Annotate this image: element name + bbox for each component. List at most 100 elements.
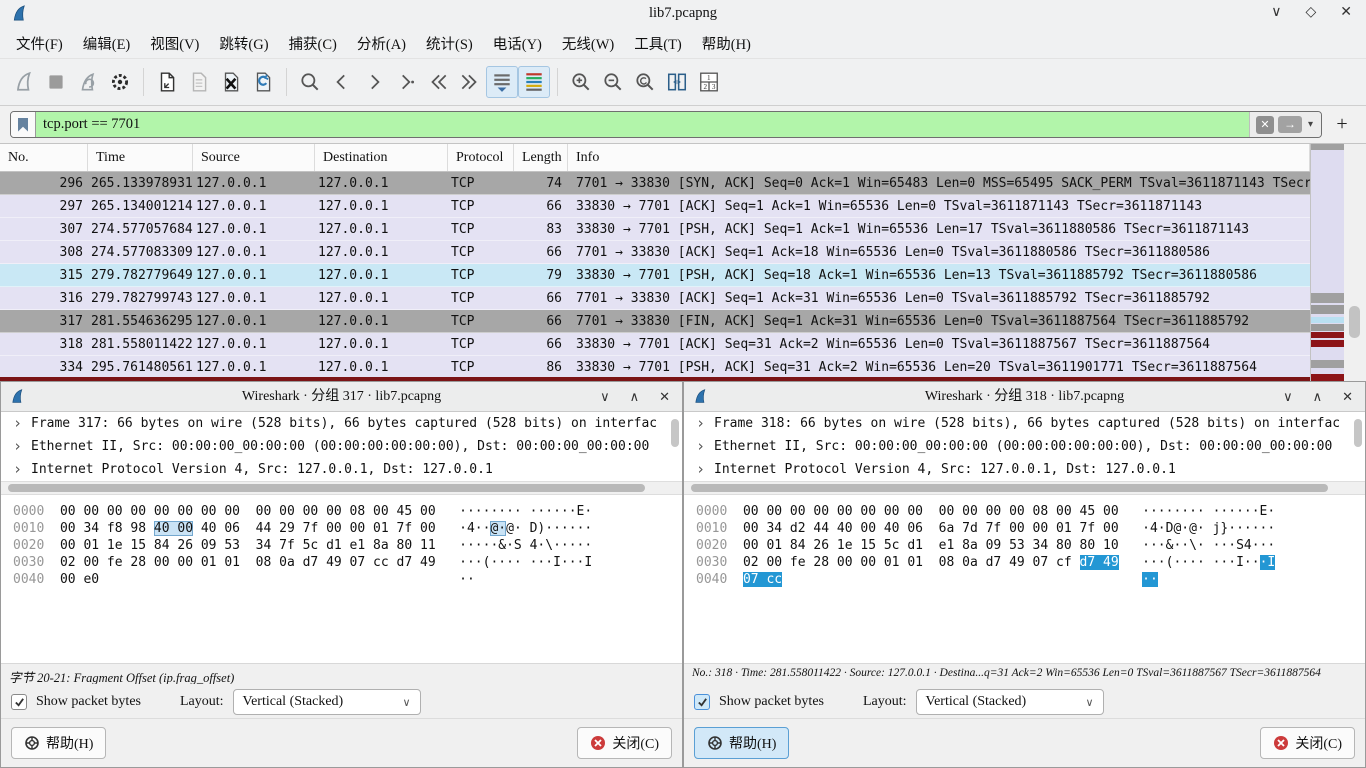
zoom-in-icon[interactable] [565,66,597,98]
capture-options-icon[interactable] [104,66,136,98]
resize-columns-icon[interactable] [661,66,693,98]
packet-row[interactable]: 297265.134001214127.0.0.1127.0.0.1TCP663… [0,195,1310,218]
maximize-button[interactable]: ◇ [1305,4,1316,21]
packet-row[interactable]: 318281.558011422127.0.0.1127.0.0.1TCP663… [0,333,1310,356]
column-header[interactable]: Source [193,144,315,171]
packet-row[interactable]: 296265.133978931127.0.0.1127.0.0.1TCP747… [0,172,1310,195]
filter-add-button[interactable]: + [1328,113,1356,136]
packet-row[interactable]: 316279.782799743127.0.0.1127.0.0.1TCP667… [0,287,1310,310]
menu-item[interactable]: 捕获(C) [279,31,347,56]
hex-line[interactable]: 0040 00 e0 ·· [13,571,682,588]
column-header[interactable]: Info [568,144,1310,171]
scrollbar-thumb[interactable] [691,484,1328,492]
cell-time: 274.577083309 [88,241,193,264]
previous-packet-icon[interactable] [326,66,358,98]
hex-line[interactable]: 0010 00 34 f8 98 40 00 40 06 44 29 7f 00… [13,520,682,537]
column-header[interactable]: Length [514,144,568,171]
layout-columns-icon[interactable]: 123 [693,66,725,98]
column-header[interactable]: Protocol [448,144,514,171]
filter-dropdown-caret-icon[interactable]: ▾ [1306,119,1315,130]
open-file-icon[interactable] [151,66,183,98]
minimize-button[interactable]: ∨ [1283,382,1293,411]
last-packet-icon[interactable] [454,66,486,98]
close-dialog-button[interactable]: 关闭(C) [577,727,672,759]
minimize-button[interactable]: ∨ [600,382,610,411]
goto-packet-icon[interactable] [390,66,422,98]
hex-line[interactable]: 0040 07 cc ·· [696,571,1365,588]
horizontal-scrollbar[interactable] [684,482,1365,495]
hex-line[interactable]: 0000 00 00 00 00 00 00 00 00 00 00 00 00… [696,503,1365,520]
menu-item[interactable]: 统计(S) [416,31,483,56]
close-button[interactable]: ✕ [659,382,670,411]
layout-label: Layout: [863,694,907,710]
tree-item[interactable]: ›Ethernet II, Src: 00:00:00_00:00:00 (00… [1,435,682,458]
column-header[interactable]: Destination [315,144,448,171]
zoom-out-icon[interactable] [597,66,629,98]
filter-clear-icon[interactable]: ✕ [1256,116,1274,134]
menu-item[interactable]: 跳转(G) [209,31,278,56]
filter-apply-icon[interactable]: → [1278,116,1302,133]
packet-row[interactable]: 317281.554636295127.0.0.1127.0.0.1TCP667… [0,310,1310,333]
restart-capture-icon[interactable] [72,66,104,98]
menu-item[interactable]: 分析(A) [347,31,416,56]
hex-line[interactable]: 0020 00 01 1e 15 84 26 09 53 34 7f 5c d1… [13,537,682,554]
autoscroll-icon[interactable] [486,66,518,98]
stop-capture-icon[interactable] [40,66,72,98]
colorize-icon[interactable] [518,66,550,98]
menu-item[interactable]: 电话(Y) [483,31,552,56]
menu-item[interactable]: 无线(W) [552,31,624,56]
show-packet-bytes-checkbox[interactable] [11,694,27,710]
reload-file-icon[interactable] [247,66,279,98]
packet-row[interactable]: 315279.782779649127.0.0.1127.0.0.1TCP793… [0,264,1310,287]
tree-item[interactable]: ›Frame 318: 66 bytes on wire (528 bits),… [684,412,1365,435]
menu-item[interactable]: 视图(V) [140,31,209,56]
column-header[interactable]: No. [0,144,88,171]
packet-list: 296265.133978931127.0.0.1127.0.0.1TCP747… [0,172,1310,379]
hex-line[interactable]: 0030 02 00 fe 28 00 00 01 01 08 0a d7 49… [13,554,682,571]
hex-line[interactable]: 0020 00 01 84 26 1e 15 5c d1 e1 8a 09 53… [696,537,1365,554]
restore-button[interactable]: ∧ [1313,382,1323,411]
close-dialog-button[interactable]: 关闭(C) [1260,727,1355,759]
show-packet-bytes-checkbox[interactable] [694,694,710,710]
tree-item[interactable]: ›Frame 317: 66 bytes on wire (528 bits),… [1,412,682,435]
tree-item[interactable]: ›Internet Protocol Version 4, Src: 127.0… [1,458,682,481]
cell-info: 33830 → 7701 [ACK] Seq=31 Ack=2 Win=6553… [568,333,1310,356]
menu-item[interactable]: 文件(F) [6,31,73,56]
close-button[interactable]: ✕ [1340,4,1352,21]
cell-info: 7701 → 33830 [FIN, ACK] Seq=1 Ack=31 Win… [568,310,1310,333]
find-packet-icon[interactable] [294,66,326,98]
tree-item[interactable]: ›Ethernet II, Src: 00:00:00_00:00:00 (00… [684,435,1365,458]
close-circle-icon [1273,735,1289,751]
horizontal-scrollbar[interactable] [1,482,682,495]
zoom-reset-icon[interactable] [629,66,661,98]
packet-row[interactable]: 334295.761480561127.0.0.1127.0.0.1TCP863… [0,356,1310,379]
first-packet-icon[interactable] [422,66,454,98]
scrollbar-thumb[interactable] [1349,306,1360,338]
save-file-icon[interactable] [183,66,215,98]
column-header[interactable]: Time [88,144,193,171]
menu-item[interactable]: 帮助(H) [692,31,761,56]
menu-item[interactable]: 编辑(E) [73,31,141,56]
help-button[interactable]: 帮助(H) [694,727,789,759]
packet-list-scrollbar[interactable] [1344,144,1366,381]
layout-select[interactable]: Vertical (Stacked) ∨ [233,689,421,715]
filter-bookmark-icon[interactable] [11,112,36,137]
start-capture-icon[interactable] [8,66,40,98]
help-button[interactable]: 帮助(H) [11,727,106,759]
menu-item[interactable]: 工具(T) [624,31,692,56]
layout-select[interactable]: Vertical (Stacked) ∨ [916,689,1104,715]
minimize-button[interactable]: ∨ [1271,4,1281,21]
packet-row[interactable]: 308274.577083309127.0.0.1127.0.0.1TCP667… [0,241,1310,264]
scrollbar-thumb[interactable] [8,484,645,492]
close-button[interactable]: ✕ [1342,382,1353,411]
restore-button[interactable]: ∧ [630,382,640,411]
next-packet-icon[interactable] [358,66,390,98]
packet-row[interactable]: 307274.577057684127.0.0.1127.0.0.1TCP833… [0,218,1310,241]
intelligent-scrollbar[interactable] [1310,144,1344,381]
hex-line[interactable]: 0010 00 34 d2 44 40 00 40 06 6a 7d 7f 00… [696,520,1365,537]
filter-input[interactable] [36,112,1249,137]
close-file-icon[interactable] [215,66,247,98]
tree-item[interactable]: ›Internet Protocol Version 4, Src: 127.0… [684,458,1365,481]
hex-line[interactable]: 0030 02 00 fe 28 00 00 01 01 08 0a d7 49… [696,554,1365,571]
hex-line[interactable]: 0000 00 00 00 00 00 00 00 00 00 00 00 00… [13,503,682,520]
